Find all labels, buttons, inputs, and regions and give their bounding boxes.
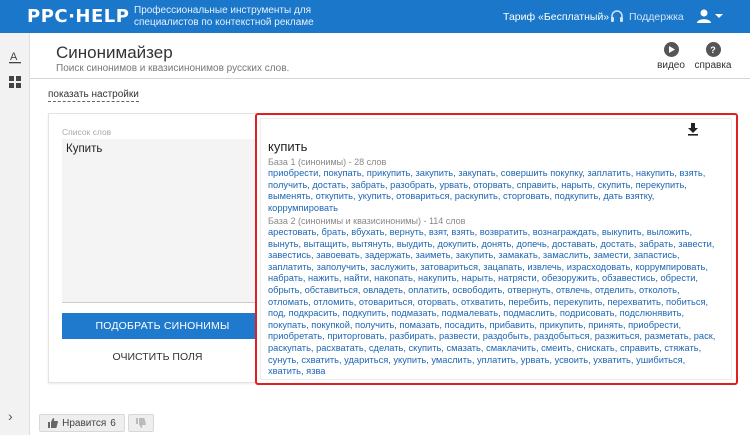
grid-icon[interactable]	[8, 75, 22, 89]
user-menu[interactable]	[696, 8, 723, 24]
page-subtitle: Поиск синонимов и квазисинонимов русских…	[56, 63, 290, 74]
header-divider	[30, 78, 750, 79]
chevron-right-icon[interactable]: ›	[8, 408, 13, 424]
base2-synonyms[interactable]: арестовать, брать, вбухать, вернуть, взя…	[268, 227, 718, 378]
base2-heading: База 2 (синонимы и квазисинонимы) - 114 …	[268, 216, 466, 226]
field-label: Список слов	[62, 127, 112, 137]
base1-synonyms[interactable]: приобрести, покупать, прикупить, закупит…	[268, 168, 718, 214]
spellcheck-icon[interactable]: A	[8, 50, 22, 64]
video-label: видео	[657, 60, 685, 71]
video-button[interactable]: видео	[651, 42, 691, 71]
words-textarea[interactable]	[62, 139, 263, 303]
like-button[interactable]: Нравится 6	[39, 414, 125, 432]
headset-icon	[611, 10, 623, 22]
play-icon	[663, 42, 679, 57]
base1-heading: База 1 (синонимы) - 28 слов	[268, 157, 387, 167]
dislike-button[interactable]	[128, 414, 154, 432]
user-icon	[697, 9, 711, 23]
result-word: купить	[268, 139, 308, 154]
logo[interactable]: PPC·HELP	[27, 6, 129, 27]
help-label: справка	[694, 60, 732, 71]
thumbs-down-icon	[136, 418, 146, 428]
support-label: Поддержка	[629, 11, 684, 23]
caret-down-icon	[715, 14, 723, 18]
help-button[interactable]: ? справка	[693, 42, 733, 71]
tariff-link[interactable]: Тариф «Бесплатный»	[503, 11, 609, 23]
svg-text:A: A	[10, 51, 18, 63]
left-rail: A ›	[0, 33, 30, 435]
help-icon: ?	[705, 42, 721, 57]
clear-fields-button[interactable]: ОЧИСТИТЬ ПОЛЯ	[62, 349, 253, 365]
download-icon[interactable]	[686, 122, 700, 136]
pick-synonyms-button[interactable]: ПОДОБРАТЬ СИНОНИМЫ	[62, 313, 263, 339]
top-bar: PPC·HELP Профессиональные инструменты дл…	[0, 0, 750, 33]
tagline: Профессиональные инструменты для специал…	[134, 5, 314, 28]
thumbs-up-icon	[48, 418, 59, 428]
show-settings-link[interactable]: показать настройки	[48, 89, 139, 102]
like-label: Нравится	[62, 417, 107, 429]
support-link[interactable]: Поддержка	[610, 9, 684, 25]
words-textarea-value: Купить	[66, 143, 103, 155]
like-count: 6	[110, 417, 116, 429]
page-title: Синонимайзер	[56, 43, 173, 62]
